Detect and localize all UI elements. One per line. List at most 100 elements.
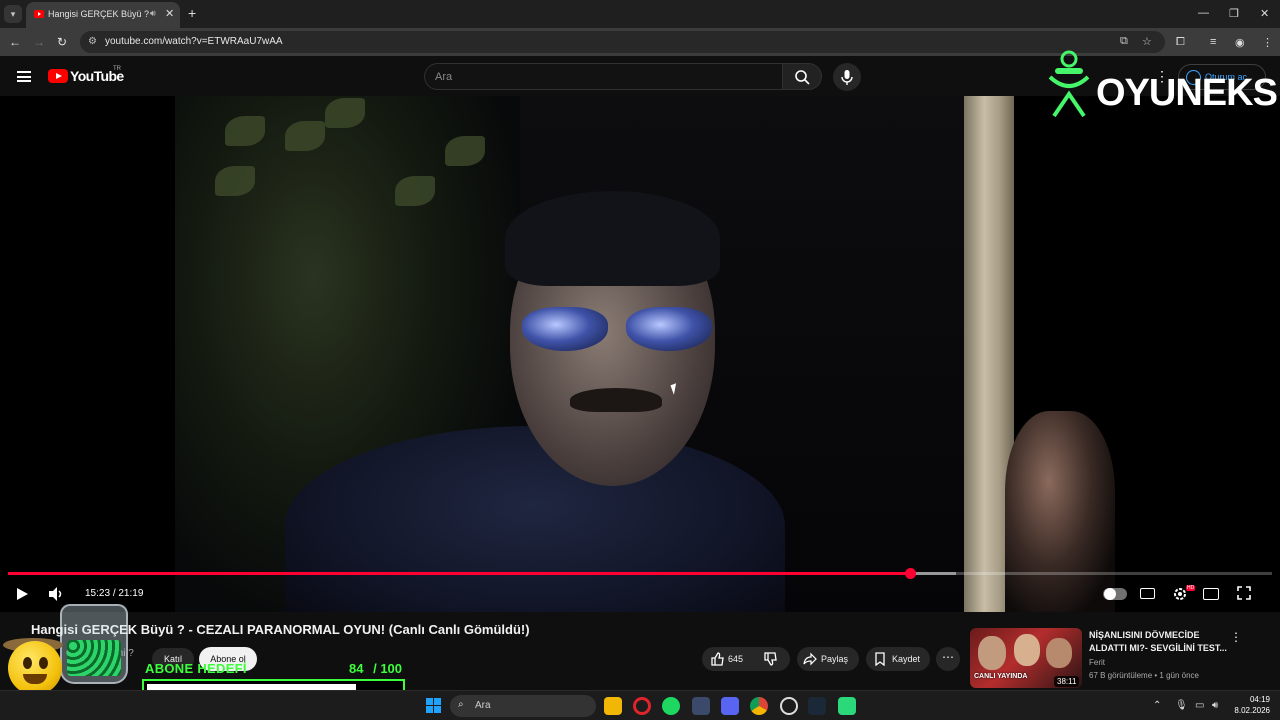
steam-icon[interactable] (808, 697, 826, 715)
file-explorer-icon[interactable] (604, 697, 622, 715)
video-progress-bar[interactable] (8, 568, 1272, 579)
save-label: Kaydet (892, 654, 921, 664)
microphone-icon (841, 70, 853, 85)
app-icon[interactable] (692, 697, 710, 715)
oyuneks-mascot-icon (1048, 50, 1090, 118)
more-actions-button[interactable]: ⋯ (936, 647, 960, 671)
browser-tabstrip: ▾ Hangisi GERÇEK Büyü ? - C 🔊︎ ✕ + — ❐ ✕ (0, 0, 1280, 28)
minimize-icon[interactable]: — (1198, 7, 1209, 19)
thumb-overlay-text: CANLI YAYINDA (974, 673, 1028, 680)
bookmark-icon (875, 652, 885, 666)
tab-audio-icon[interactable]: 🔊︎ (150, 8, 156, 19)
speaker-icon[interactable]: 🔊︎ (1212, 700, 1218, 711)
jar-graphic (60, 604, 128, 684)
taskbar-clock[interactable]: 04:19 8.02.2026 (1230, 694, 1270, 716)
cast-icon[interactable]: ⧉ (1120, 35, 1128, 48)
share-button[interactable]: Paylaş (797, 647, 859, 671)
video-sunglasses (522, 301, 712, 356)
video-person-coat (285, 426, 785, 612)
autoplay-toggle[interactable] (1103, 588, 1127, 600)
windows-taskbar: ⌕ Ara ⌃ 🎙︎ ▭ 🔊︎ 04:19 8.02.2026 (0, 690, 1280, 720)
browser-tab-active[interactable]: Hangisi GERÇEK Büyü ? - C 🔊︎ ✕ (26, 2, 180, 28)
obs-icon[interactable] (780, 697, 798, 715)
subtitles-icon[interactable] (1140, 588, 1155, 599)
recommendation-channel[interactable]: Ferit (1089, 658, 1105, 667)
media-controls-icon[interactable]: ≡ (1210, 36, 1216, 48)
oyuneks-brand-text: OYUNEKS (1096, 72, 1278, 114)
discord-icon[interactable] (721, 697, 739, 715)
more-horizontal-icon: ⋯ (942, 650, 954, 664)
volume-icon[interactable] (47, 586, 65, 602)
extensions-icon[interactable]: ⧠ (1176, 36, 1185, 49)
tray-chevron-icon[interactable]: ⌃ (1153, 700, 1161, 711)
profile-icon[interactable]: ◉ (1235, 36, 1245, 49)
taskbar-search-placeholder: Ara (475, 700, 491, 711)
recommendation-duration: 38:11 (1054, 676, 1080, 687)
search-button[interactable] (782, 63, 822, 90)
video-second-person (1005, 411, 1115, 612)
like-count[interactable]: 645 (728, 654, 743, 664)
opera-icon[interactable] (633, 697, 651, 715)
dislike-icon[interactable] (763, 652, 777, 666)
goal-count: 84 / 100 (349, 661, 402, 676)
save-button[interactable]: Kaydet (866, 647, 930, 671)
site-info-icon[interactable]: ⚙︎ (88, 36, 97, 47)
leaf (395, 176, 435, 206)
url-text: youtube.com/watch?v=ETWRAaU7wAA (105, 36, 283, 47)
chrome-icon[interactable] (750, 697, 768, 715)
search-input[interactable] (425, 64, 782, 89)
recommendation-menu-icon[interactable]: ⋮ (1230, 630, 1242, 644)
fullscreen-icon[interactable] (1237, 586, 1251, 600)
goal-label: ABONE HEDEFİ (145, 661, 247, 676)
leaf (215, 166, 255, 196)
smiley-emoji-icon (8, 641, 62, 695)
tab-close-icon[interactable]: ✕ (165, 7, 174, 20)
voice-search-button[interactable] (833, 63, 861, 91)
leaf (445, 136, 485, 166)
thumb-face (1014, 634, 1040, 666)
share-label: Paylaş (821, 654, 849, 664)
goal-total: / 100 (373, 661, 403, 676)
back-icon[interactable]: ← (9, 35, 21, 49)
windows-start-icon[interactable] (426, 698, 442, 714)
chrome-menu-icon[interactable]: ⋮ (1262, 36, 1273, 49)
clock-date: 8.02.2026 (1234, 706, 1270, 715)
hd-badge: HD (1186, 585, 1196, 591)
clock-time: 04:19 (1249, 695, 1270, 704)
leaf (325, 98, 365, 128)
reload-icon[interactable]: ↻ (57, 35, 67, 49)
recommendation-title[interactable]: NİŞANLISINI DÖVMECİDE ALDATTI MI?- SEVGİ… (1089, 629, 1229, 655)
youtube-favicon-icon (34, 10, 44, 18)
miniplayer-icon[interactable] (1203, 588, 1219, 600)
like-icon[interactable] (710, 652, 724, 666)
taskbar-search[interactable]: ⌕ Ara (450, 695, 596, 717)
forward-icon[interactable]: → (33, 35, 45, 49)
restore-icon[interactable]: ❐ (1229, 7, 1239, 20)
video-person-hair (505, 191, 720, 286)
address-bar[interactable]: ⚙︎ youtube.com/watch?v=ETWRAaU7wAA ⧉ ☆ (80, 31, 1165, 53)
recommendation-meta: 67 B görüntüleme • 1 gün önce (1089, 671, 1199, 680)
like-dislike-group: 645 (702, 647, 790, 671)
time-display: 15:23 / 21:19 (85, 588, 143, 599)
share-icon (803, 652, 817, 666)
bookmark-star-icon[interactable]: ☆ (1142, 35, 1152, 48)
network-icon[interactable]: ▭ (1195, 700, 1204, 711)
video-mustache (570, 388, 662, 412)
tab-search-icon[interactable]: ▾ (4, 5, 22, 23)
goal-current: 84 (349, 661, 364, 676)
spotify-icon[interactable] (662, 697, 680, 715)
menu-icon[interactable] (17, 71, 31, 82)
taskbar-search-icon: ⌕ (458, 699, 464, 710)
play-icon[interactable] (14, 586, 30, 602)
youtube-logo-icon[interactable] (48, 69, 68, 83)
new-tab-icon[interactable]: + (188, 5, 196, 21)
time-total: 21:19 (118, 588, 144, 599)
leaf (285, 121, 325, 151)
mic-tray-icon[interactable]: 🎙︎ (1175, 700, 1188, 711)
time-current: 15:23 (85, 588, 111, 599)
search-box (424, 63, 782, 90)
app-green-icon[interactable] (838, 697, 856, 715)
window-close-icon[interactable]: ✕ (1260, 7, 1269, 20)
video-player[interactable] (0, 96, 1280, 612)
thumb-face (978, 636, 1006, 670)
